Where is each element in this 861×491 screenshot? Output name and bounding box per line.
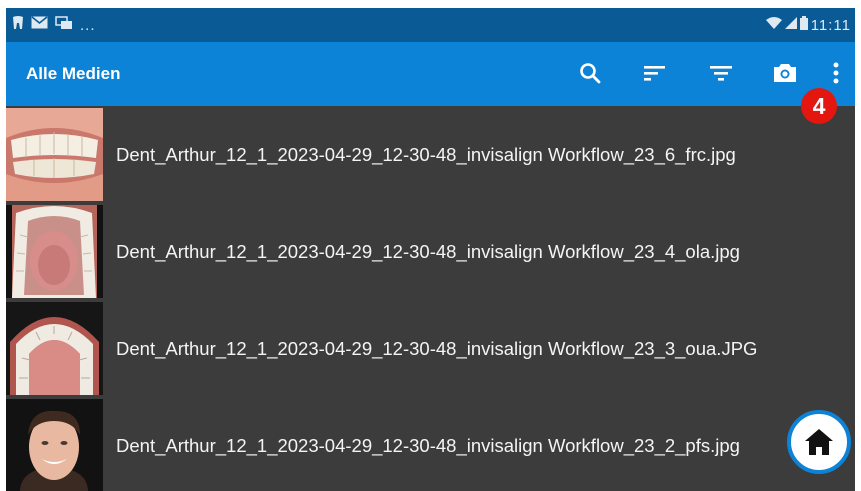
sort-button[interactable] xyxy=(637,55,673,91)
step-badge: 4 xyxy=(801,88,837,124)
list-item[interactable]: Dent_Arthur_12_1_2023-04-29_12-30-48_inv… xyxy=(6,106,855,203)
thumbnail-portrait-smile xyxy=(6,399,103,491)
search-icon xyxy=(580,63,601,84)
app-screen: ... 11:11 Alle Medien 4 Dent_Arthur_12_1… xyxy=(6,8,855,491)
list-item[interactable]: Dent_Arthur_12_1_2023-04-29_12-30-48_inv… xyxy=(6,203,855,300)
list-item[interactable]: Dent_Arthur_12_1_2023-04-29_12-30-48_inv… xyxy=(6,300,855,397)
search-button[interactable] xyxy=(572,55,608,91)
media-list: Dent_Arthur_12_1_2023-04-29_12-30-48_inv… xyxy=(6,106,855,491)
filter-icon xyxy=(710,66,732,81)
status-bar: ... 11:11 xyxy=(6,8,855,42)
app-bar: Alle Medien xyxy=(6,42,855,106)
clock: 11:11 xyxy=(810,16,851,34)
camera-button[interactable] xyxy=(767,55,803,91)
filter-button[interactable] xyxy=(703,55,739,91)
file-name: Dent_Arthur_12_1_2023-04-29_12-30-48_inv… xyxy=(116,435,740,456)
chat-icon xyxy=(55,15,73,35)
tooth-icon xyxy=(12,15,24,35)
thumbnail-lower-occlusal xyxy=(6,205,103,298)
file-name: Dent_Arthur_12_1_2023-04-29_12-30-48_inv… xyxy=(116,338,758,359)
more-options-button[interactable] xyxy=(824,55,848,91)
home-button[interactable] xyxy=(787,410,851,474)
mail-icon xyxy=(31,16,48,34)
thumbnail-upper-occlusal xyxy=(6,302,103,395)
notification-overflow: ... xyxy=(80,16,96,34)
wifi-icon xyxy=(765,16,782,34)
file-name: Dent_Arthur_12_1_2023-04-29_12-30-48_inv… xyxy=(116,241,740,262)
page-title: Alle Medien xyxy=(26,64,121,83)
more-vert-icon xyxy=(833,62,839,84)
home-icon xyxy=(805,429,833,455)
thumbnail-frontal-teeth xyxy=(6,108,103,201)
sort-icon xyxy=(644,66,665,81)
camera-icon xyxy=(774,64,796,82)
signal-icon xyxy=(784,16,797,34)
list-item[interactable]: Dent_Arthur_12_1_2023-04-29_12-30-48_inv… xyxy=(6,397,855,491)
file-name: Dent_Arthur_12_1_2023-04-29_12-30-48_inv… xyxy=(116,144,736,165)
battery-icon xyxy=(799,15,808,35)
